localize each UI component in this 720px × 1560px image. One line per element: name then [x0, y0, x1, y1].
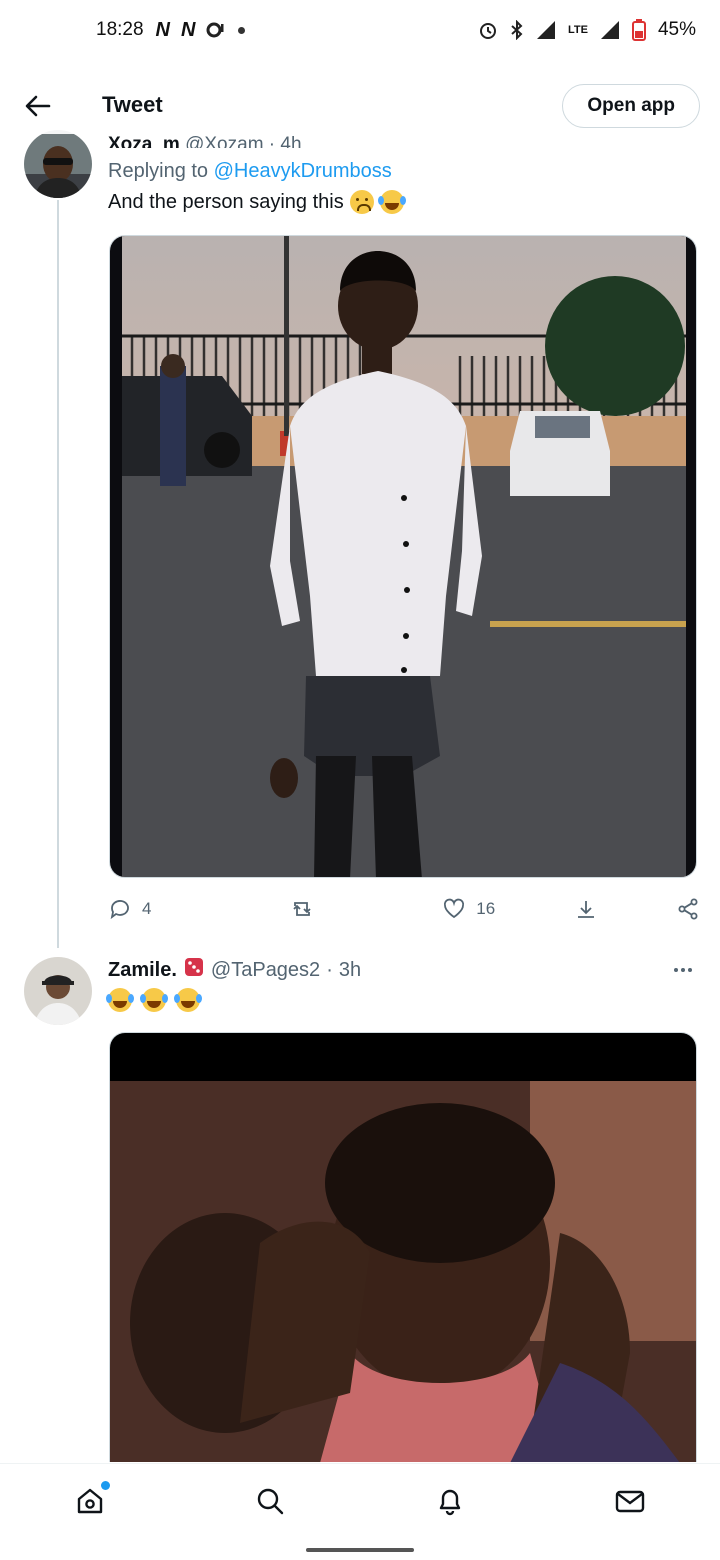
tweet2-display-name[interactable]: Zamile. [108, 959, 177, 982]
more-notifications-dot [238, 26, 246, 34]
reply-icon [110, 900, 129, 920]
download-icon [577, 901, 594, 918]
netflix-icon-2: N [181, 18, 195, 41]
alarm-icon [478, 20, 498, 40]
dice-icon [183, 956, 205, 984]
tweet2-photo[interactable] [109, 1032, 697, 1462]
retweet-button[interactable] [290, 897, 324, 921]
home-icon [77, 1488, 103, 1513]
tweet2-separator: · [326, 958, 333, 981]
tears-of-joy-emoji [106, 988, 132, 1012]
tweet1-display-name: Xoza_m [108, 134, 180, 148]
signal-icon-2 [600, 20, 620, 40]
tears-of-joy-emoji-2 [140, 988, 166, 1012]
tweet1-text-body: And the person saying this [108, 190, 344, 213]
signal-icon [536, 20, 556, 40]
tweet2-handle[interactable]: @TaPages2 [211, 959, 320, 982]
status-bar: 18:28 N N LTE 45% [0, 0, 720, 60]
search-icon [257, 1488, 284, 1514]
download-button[interactable] [574, 897, 598, 921]
top-header: Tweet Open app [0, 78, 720, 134]
notification-app-icon [206, 21, 226, 39]
status-right: LTE 45% [478, 19, 696, 41]
messages-icon [615, 1490, 645, 1512]
tweet1-text: And the person saying this [108, 190, 404, 214]
thread-line [57, 200, 59, 948]
notifications-icon [439, 1489, 461, 1515]
home-unread-dot [101, 1480, 110, 1490]
bluetooth-icon [510, 20, 524, 40]
like-count: 16 [476, 899, 496, 918]
nav-messages[interactable] [600, 1471, 660, 1531]
reply-button[interactable]: 4 [108, 897, 151, 921]
reply-count: 4 [142, 899, 152, 918]
sad-face-emoji [349, 190, 374, 214]
status-left: 18:28 N N [96, 18, 246, 42]
tweet2-time: 3h [338, 958, 362, 981]
status-time: 18:28 [96, 19, 144, 40]
replying-mention-link[interactable]: @HeavykDrumboss [214, 160, 392, 182]
tweet2-header: Zamile. @TaPages2 · 3h [108, 956, 361, 984]
nav-home[interactable] [60, 1471, 120, 1531]
tears-of-joy-emoji [377, 190, 404, 214]
back-arrow-icon[interactable] [22, 90, 54, 122]
tweet1-photo[interactable] [109, 235, 697, 878]
battery-icon [631, 19, 646, 41]
open-app-button[interactable]: Open app [562, 84, 700, 128]
tweet1-actions: 4 16 [108, 894, 700, 924]
retweet-icon [293, 902, 311, 916]
nav-notifications[interactable] [420, 1471, 480, 1531]
replying-prefix: Replying to [108, 160, 209, 182]
avatar-zamile[interactable] [24, 957, 92, 1025]
tweet1-header-clipped: Xoza_m @Xozam · 4h [108, 134, 302, 148]
nav-search[interactable] [240, 1471, 300, 1531]
tweet2-text [106, 988, 200, 1012]
page-title: Tweet [102, 92, 163, 117]
bottom-navigation [0, 1463, 720, 1537]
more-options-icon[interactable] [668, 960, 698, 980]
tears-of-joy-emoji-3 [174, 988, 200, 1012]
replying-to: Replying to @HeavykDrumboss [108, 160, 392, 183]
netflix-icon: N [155, 18, 170, 41]
battery-level: 45% [657, 19, 696, 40]
share-icon [678, 898, 698, 920]
avatar-xoza[interactable] [24, 130, 92, 198]
tweet1-handle: @Xozam · 4h [185, 134, 302, 148]
gesture-bar[interactable] [306, 1548, 414, 1552]
network-type: LTE [568, 23, 588, 36]
like-button[interactable]: 16 [442, 897, 495, 921]
share-button[interactable] [676, 897, 700, 921]
heart-icon [444, 898, 465, 919]
